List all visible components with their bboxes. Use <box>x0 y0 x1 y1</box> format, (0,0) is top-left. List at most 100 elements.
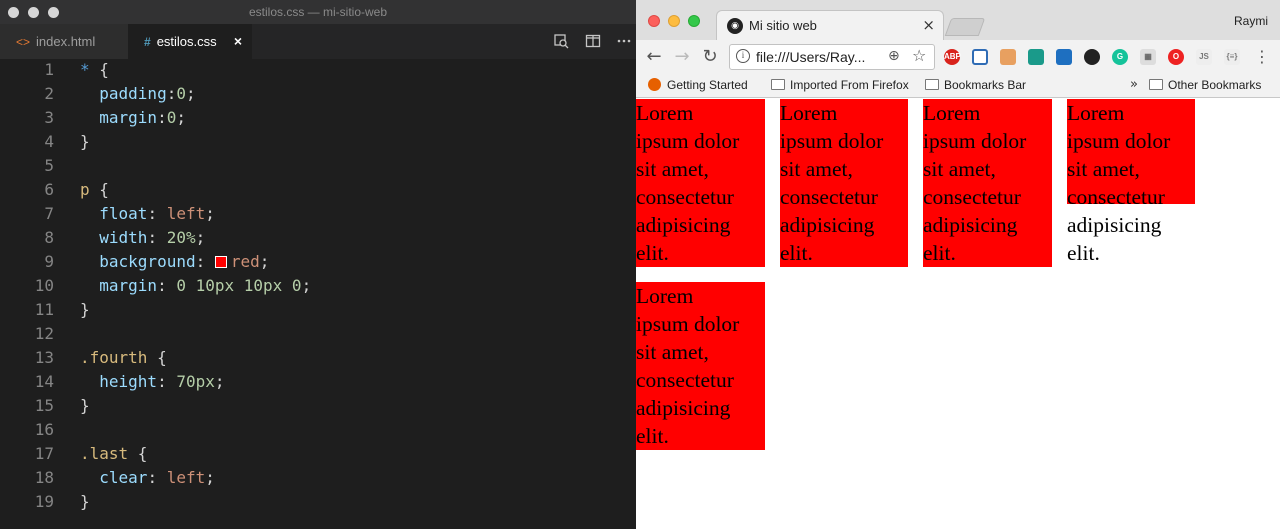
editor-tab-bar: <> index.html # estilos.css × <box>0 24 636 59</box>
bookmark-getting-started[interactable]: Getting Started <box>648 78 748 92</box>
code-line: 2 padding:0; <box>0 82 636 106</box>
line-number: 2 <box>44 84 54 103</box>
code-line: 15} <box>0 394 636 418</box>
profile-name[interactable]: Raymi <box>1234 14 1268 28</box>
browser-toolbar: ← → ↻ i file:///Users/Ray... ⊕ ☆ ABP G ▦… <box>636 40 1280 74</box>
folder-icon <box>771 79 785 90</box>
line-number: 18 <box>34 468 54 487</box>
paragraph: Lorem ipsum dolor sit amet, consectetur adip… <box>780 101 884 265</box>
eyedropper-extension-icon[interactable] <box>1028 49 1044 65</box>
line-number: 6 <box>44 180 54 199</box>
line-number: 12 <box>34 324 54 343</box>
folder-icon <box>1149 79 1163 90</box>
more-bookmarks-icon[interactable]: » <box>1130 77 1138 92</box>
browser-window: ◉ Mi sitio web × Raymi ← → ↻ i file:///U… <box>636 0 1280 529</box>
reload-icon[interactable]: ↻ <box>700 46 720 68</box>
code-line: 1 * { <box>0 58 636 82</box>
json-extension-icon[interactable]: {≡} <box>1224 49 1240 65</box>
css-file-icon: # <box>144 35 151 49</box>
code-line: 13 .fourth { <box>0 346 636 370</box>
javascript-extension-icon[interactable]: JS <box>1196 49 1212 65</box>
line-number: 8 <box>44 228 54 247</box>
back-icon[interactable]: ← <box>644 46 664 68</box>
forward-icon[interactable]: → <box>672 46 692 68</box>
code-line: 6p { <box>0 178 636 202</box>
code-line: 16 <box>0 418 636 442</box>
line-number: 4 <box>44 132 54 151</box>
code-line: 5 <box>0 154 636 178</box>
paragraph-fourth: Lorem ipsum dolor sit amet, consectetur adip… <box>1067 101 1171 265</box>
extension-icon[interactable] <box>1000 49 1016 65</box>
code-line: 7 float: left; <box>0 202 636 226</box>
more-actions-icon[interactable] <box>615 33 633 51</box>
line-number: 19 <box>34 492 54 511</box>
paragraph-last: Lorem ipsum dolor sit amet, consectetur adip… <box>636 284 740 448</box>
code-line: 17 .last { <box>0 442 636 466</box>
menu-icon[interactable]: ⋮ <box>1252 46 1272 68</box>
line-number: 16 <box>34 420 54 439</box>
html-file-icon: <> <box>16 35 31 49</box>
line-number: 15 <box>34 396 54 415</box>
code-line: 14 height: 70px; <box>0 370 636 394</box>
bookmark-imported-from-firefox[interactable]: Imported From Firefox <box>771 78 909 92</box>
screenshot-extension-icon[interactable] <box>972 49 988 65</box>
page-viewport: Lorem ipsum dolor sit amet, consectetur adip… <box>636 99 1280 529</box>
new-tab-button[interactable] <box>944 18 986 36</box>
color-swatch-icon[interactable] <box>214 256 227 268</box>
zoom-window-button[interactable] <box>688 15 700 27</box>
address-bar[interactable]: i file:///Users/Ray... ⊕ ☆ <box>729 44 935 70</box>
line-number: 13 <box>34 348 54 367</box>
close-tab-icon[interactable]: × <box>922 16 935 34</box>
bookmark-other-bookmarks[interactable]: Other Bookmarks <box>1149 78 1261 92</box>
page-favicon-icon: ◉ <box>727 18 743 34</box>
code-line: 18 clear: left; <box>0 466 636 490</box>
minimize-window-button[interactable] <box>668 15 680 27</box>
code-line: 4} <box>0 130 636 154</box>
split-editor-icon[interactable] <box>584 33 602 51</box>
line-number: 5 <box>44 156 54 175</box>
opera-extension-icon[interactable]: O <box>1168 49 1184 65</box>
code-line: 19} <box>0 490 636 514</box>
adblock-plus-icon[interactable]: ABP <box>944 49 961 65</box>
code-line: 3 margin:0; <box>0 106 636 130</box>
zoom-icon[interactable]: ⊕ <box>888 48 900 64</box>
line-number: 3 <box>44 108 54 127</box>
tab-estilos-css[interactable]: # estilos.css × <box>128 24 252 59</box>
open-preview-icon[interactable] <box>552 33 570 51</box>
code-editor-window: estilos.css — mi-sitio-web <> index.html … <box>0 0 636 529</box>
code-line: 8 width: 20%; <box>0 226 636 250</box>
grammarly-icon[interactable]: G <box>1112 49 1128 65</box>
line-number: 10 <box>34 276 54 295</box>
firefox-icon <box>648 78 661 91</box>
browser-title-bar: ◉ Mi sitio web × Raymi <box>636 0 1280 40</box>
extension-icon[interactable] <box>1056 49 1072 65</box>
close-window-button[interactable] <box>648 15 660 27</box>
tab-index-html[interactable]: <> index.html <box>0 24 128 59</box>
editor-title-bar: estilos.css — mi-sitio-web <box>0 0 636 24</box>
info-icon[interactable]: i <box>736 49 750 63</box>
line-number: 1 <box>44 60 54 79</box>
paragraph: Lorem ipsum dolor sit amet, consectetur adip… <box>923 101 1027 265</box>
paragraph: Lorem ipsum dolor sit amet, consectetur adip… <box>636 101 740 265</box>
line-number: 9 <box>44 252 54 271</box>
bookmarks-bar: Getting Started Imported From Firefox Bo… <box>636 74 1280 98</box>
code-line: 9 background: red; <box>0 250 636 274</box>
code-line: 10 margin: 0 10px 10px 0; <box>0 274 636 298</box>
line-number: 14 <box>34 372 54 391</box>
line-number: 11 <box>34 300 54 319</box>
tab-label: index.html <box>36 34 96 49</box>
editor-window-title: estilos.css — mi-sitio-web <box>248 5 388 19</box>
browser-tab[interactable]: ◉ Mi sitio web × <box>716 10 944 40</box>
tab-label: estilos.css <box>156 34 217 49</box>
url-text[interactable]: file:///Users/Ray... <box>756 49 865 65</box>
close-tab-icon[interactable]: × <box>234 24 242 59</box>
folder-icon <box>925 79 939 90</box>
bookmark-star-icon[interactable]: ☆ <box>912 46 926 65</box>
line-number: 7 <box>44 204 54 223</box>
code-line: 12 <box>0 322 636 346</box>
code-area[interactable]: 1 * { 2 padding:0; 3 margin:0; 4} 5 6p { … <box>0 58 636 514</box>
line-number: 17 <box>34 444 54 463</box>
extension-icon[interactable]: ▦ <box>1140 49 1156 65</box>
bookmark-bookmarks-bar[interactable]: Bookmarks Bar <box>925 78 1026 92</box>
extension-icon[interactable] <box>1084 49 1100 65</box>
